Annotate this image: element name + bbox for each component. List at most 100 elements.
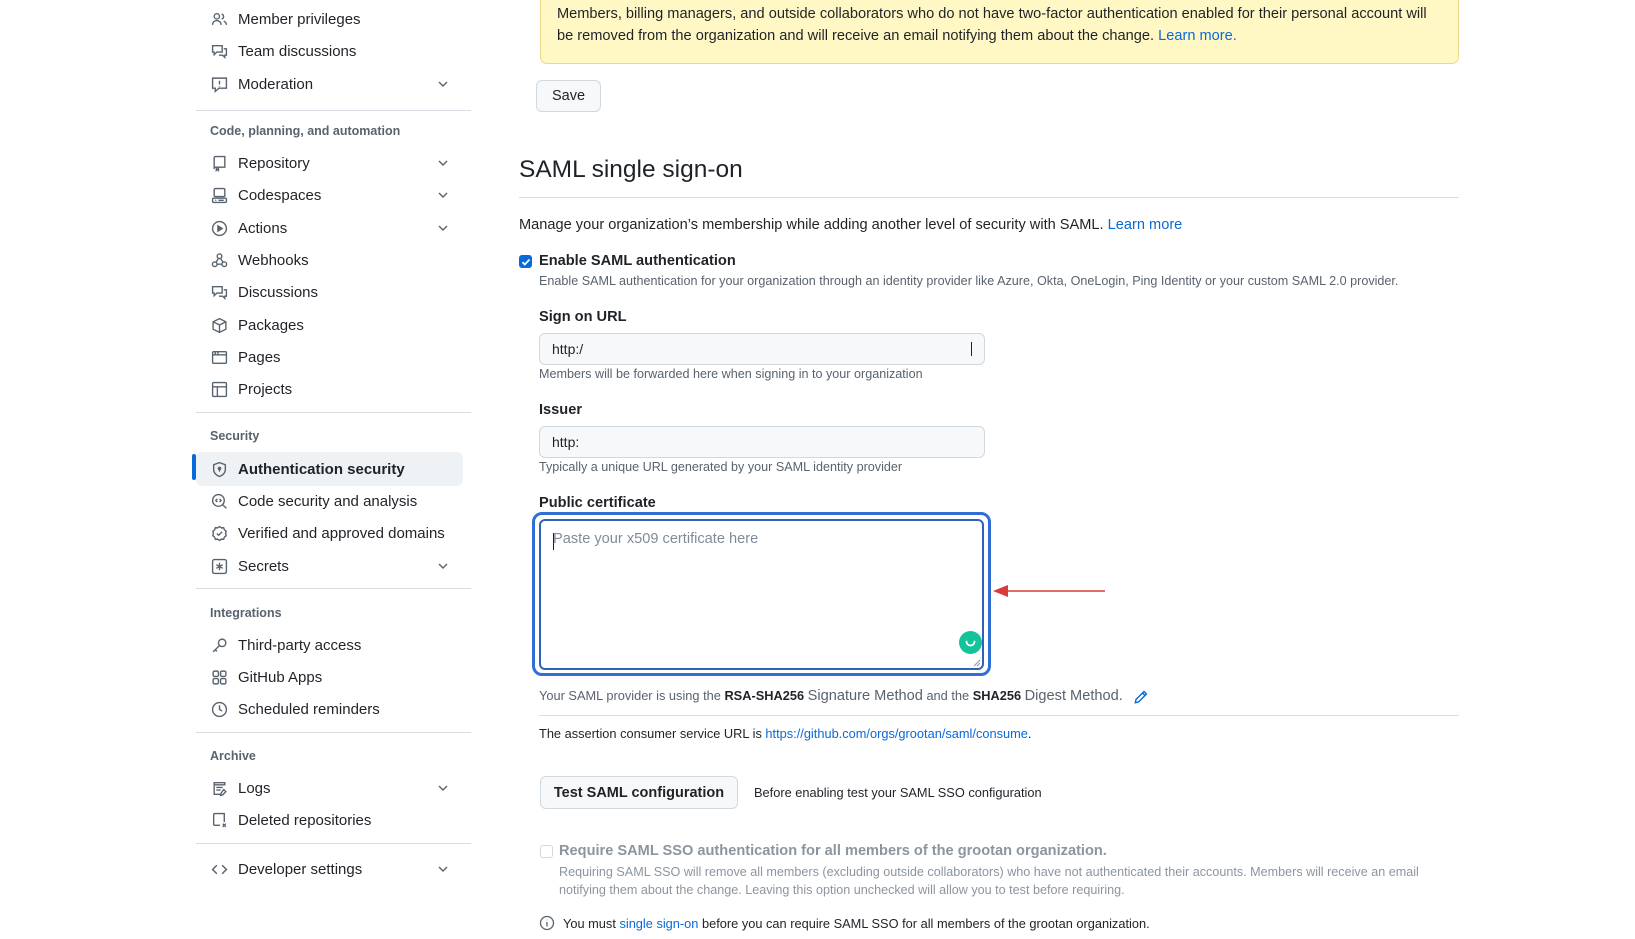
sign-on-url-label: Sign on URL [539,309,627,325]
single-sign-on-link[interactable]: single sign-on [619,916,698,931]
browser-icon [210,348,228,366]
sidebar-item-label: Discussions [238,283,319,301]
chevron-down-icon[interactable] [435,155,451,171]
annotation-arrow-icon [993,585,1105,597]
sidebar-item-secrets[interactable]: Secrets [196,549,463,583]
sidebar-item-label: Code security and analysis [238,492,418,510]
require-saml-label: Require SAML SSO authentication for all … [559,843,1107,859]
info-message: You must single sign-on before you can r… [539,915,1150,931]
acs-prefix: The assertion consumer service URL is [539,726,762,741]
enable-saml-description: Enable SAML authentication for your orga… [539,274,1399,288]
test-saml-configuration-button[interactable]: Test SAML configuration [540,776,738,809]
sign-on-url-input[interactable]: http:/ [539,333,985,365]
digest-method-suffix: Digest Method. [1024,688,1123,704]
sidebar-item-deleted-repositories[interactable]: Deleted repositories [196,803,463,837]
enable-saml-label[interactable]: Enable SAML authentication [539,253,736,269]
sidebar-item-repository[interactable]: Repository [196,146,463,180]
sidebar-divider [196,732,471,733]
sidebar-item-label: Packages [238,316,304,334]
info-prefix: You must [563,915,616,931]
sidebar-item-code-security-and-analysis[interactable]: Code security and analysis [196,484,463,518]
sidebar-heading-integrations: Integrations [210,606,282,620]
chevron-down-icon[interactable] [435,220,451,236]
sidebar-item-developer-settings[interactable]: Developer settings [196,852,463,886]
resize-handle-icon[interactable] [972,658,981,667]
chevron-down-icon[interactable] [435,780,451,796]
issuer-input[interactable]: http: [539,426,985,458]
shield-lock-icon [210,460,228,478]
sidebar-item-label: Pages [238,348,281,366]
sidebar-item-label: GitHub Apps [238,668,323,686]
sidebar-item-webhooks[interactable]: Webhooks [196,243,463,277]
divider [539,715,1459,716]
verified-icon [210,524,228,542]
chevron-down-icon[interactable] [435,861,451,877]
sidebar-item-label: Developer settings [238,860,363,878]
require-saml-description: Requiring SAML SSO will remove all membe… [559,865,1419,897]
issuer-hint: Typically a unique URL generated by your… [539,460,903,474]
sign-on-url-hint: Members will be forwarded here when sign… [539,367,923,381]
sidebar-item-moderation[interactable]: Moderation [196,67,463,101]
methods-middle: and the [926,688,970,703]
public-certificate-label: Public certificate [539,495,656,511]
info-suffix: before you can require SAML SSO for all … [701,915,1150,931]
edit-pencil-icon[interactable] [1133,689,1149,705]
code-icon [210,860,228,878]
sidebar-item-label: Logs [238,779,271,797]
report-icon [210,75,228,93]
sidebar-item-label: Actions [238,219,288,237]
sidebar-item-third-party-access[interactable]: Third-party access [196,628,463,662]
sidebar-item-label: Third-party access [238,636,362,654]
sidebar-item-label: Verified and approved domains [238,524,445,542]
sidebar-item-logs[interactable]: Logs [196,771,463,805]
sidebar-item-actions[interactable]: Actions [196,211,463,245]
sidebar-item-label: Authentication security [238,460,405,478]
text-cursor [553,533,554,550]
sidebar-item-authentication-security[interactable]: Authentication security [196,452,463,486]
issuer-label: Issuer [539,402,582,418]
sidebar-item-team-discussions[interactable]: Team discussions [196,34,463,68]
signature-methods-text: Your SAML provider is using the RSA-SHA2… [539,688,1123,704]
chevron-down-icon[interactable] [435,76,451,92]
sidebar-divider [196,110,471,111]
certificate-placeholder: Paste your x509 certificate here [553,531,759,547]
sidebar-item-projects[interactable]: Projects [196,372,463,406]
sidebar-item-label: Deleted repositories [238,811,372,829]
warning-text: Members, billing managers, and outside c… [557,6,1427,44]
acs-url-text: The assertion consumer service URL is ht… [539,726,1031,741]
saml-learn-more-link[interactable]: Learn more [1108,217,1183,233]
sidebar-item-verified-domains[interactable]: Verified and approved domains [196,516,463,550]
learn-more-link[interactable]: Learn more. [1158,28,1237,44]
require-saml-checkbox[interactable] [540,845,553,858]
sidebar-item-codespaces[interactable]: Codespaces [196,178,463,212]
two-factor-warning-banner: Members, billing managers, and outside c… [540,0,1459,64]
sidebar-item-member-privileges[interactable]: Member privileges [196,2,463,36]
save-button[interactable]: Save [536,80,601,112]
chevron-down-icon[interactable] [435,558,451,574]
sidebar-item-label: Scheduled reminders [238,700,380,718]
grammarly-icon[interactable] [959,631,982,654]
clock-icon [210,700,228,718]
sidebar-heading-security: Security [210,429,260,443]
enable-saml-checkbox[interactable] [519,255,532,268]
codescan-icon [210,492,228,510]
sidebar-item-label: Moderation [238,75,314,93]
public-certificate-textarea[interactable]: Paste your x509 certificate here [539,519,984,670]
acs-url-link[interactable]: https://github.com/orgs/grootan/saml/con… [765,726,1027,741]
sidebar-item-discussions[interactable]: Discussions [196,275,463,309]
sidebar-item-scheduled-reminders[interactable]: Scheduled reminders [196,692,463,726]
text-cursor [971,342,972,356]
page-title: SAML single sign-on [519,156,743,183]
sidebar-item-pages[interactable]: Pages [196,340,463,374]
apps-icon [210,668,228,686]
comment-discussion-icon [210,283,228,301]
sidebar-divider [196,412,471,413]
sidebar-item-packages[interactable]: Packages [196,308,463,342]
table-icon [210,380,228,398]
saml-intro: Manage your organization’s membership wh… [519,217,1182,233]
chevron-down-icon[interactable] [435,187,451,203]
repo-icon [210,154,228,172]
sidebar-item-github-apps[interactable]: GitHub Apps [196,660,463,694]
comment-discussion-icon [210,42,228,60]
acs-suffix: . [1027,726,1032,741]
